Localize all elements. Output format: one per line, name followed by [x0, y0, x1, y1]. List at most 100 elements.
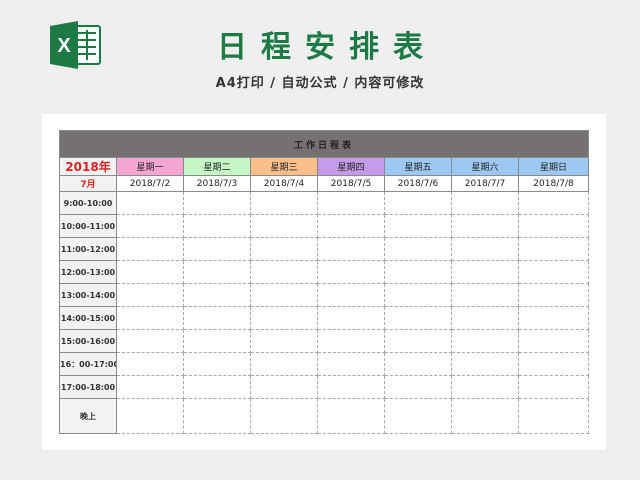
schedule-cell[interactable]: [183, 260, 251, 284]
time-slot-label: 14:00-15:00: [59, 306, 117, 330]
date-cell[interactable]: 2018/7/8: [517, 175, 590, 192]
schedule-cell[interactable]: [250, 191, 318, 215]
schedule-cell[interactable]: [250, 352, 318, 376]
schedule-cell[interactable]: [517, 260, 590, 284]
schedule-cell[interactable]: [451, 191, 519, 215]
schedule-cell[interactable]: [517, 398, 590, 434]
schedule-cell[interactable]: [451, 214, 519, 238]
schedule-cell[interactable]: [384, 260, 452, 284]
table-row: 15:00-16:00: [59, 329, 590, 353]
schedule-cell[interactable]: [517, 191, 590, 215]
year-cell[interactable]: 2018年: [59, 157, 117, 176]
schedule-cell[interactable]: [183, 237, 251, 261]
schedule-cell[interactable]: [451, 237, 519, 261]
table-row: 11:00-12:00: [59, 237, 590, 261]
date-cell[interactable]: 2018/7/4: [250, 175, 318, 192]
day-header[interactable]: 星期三: [250, 157, 318, 176]
date-cell[interactable]: 2018/7/3: [183, 175, 251, 192]
page-title: 日程安排表: [217, 30, 437, 65]
date-cell[interactable]: 2018/7/2: [116, 175, 184, 192]
schedule-cell[interactable]: [250, 329, 318, 353]
date-cell[interactable]: 2018/7/5: [317, 175, 385, 192]
schedule-cell[interactable]: [517, 214, 590, 238]
schedule-cell[interactable]: [451, 283, 519, 307]
schedule-cell[interactable]: [317, 260, 385, 284]
schedule-cell[interactable]: [384, 306, 452, 330]
schedule-cell[interactable]: [517, 375, 590, 399]
schedule-cell[interactable]: [451, 352, 519, 376]
schedule-cell[interactable]: [183, 214, 251, 238]
table-row: 13:00-14:00: [59, 283, 590, 307]
schedule-cell[interactable]: [317, 306, 385, 330]
schedule-cell[interactable]: [116, 306, 184, 330]
table-row: 16：00-17:00: [59, 352, 590, 376]
date-cell[interactable]: 2018/7/6: [384, 175, 452, 192]
schedule-cell[interactable]: [451, 306, 519, 330]
schedule-cell[interactable]: [183, 375, 251, 399]
schedule-cell[interactable]: [250, 283, 318, 307]
table-row: 10:00-11:00: [59, 214, 590, 238]
schedule-cell[interactable]: [384, 352, 452, 376]
schedule-cell[interactable]: [116, 191, 184, 215]
day-header[interactable]: 星期日: [517, 157, 590, 176]
schedule-cell[interactable]: [384, 237, 452, 261]
schedule-cell[interactable]: [317, 329, 385, 353]
schedule-cell[interactable]: [116, 260, 184, 284]
schedule-cell[interactable]: [183, 352, 251, 376]
date-cell[interactable]: 2018/7/7: [451, 175, 519, 192]
schedule-cell[interactable]: [384, 214, 452, 238]
schedule-cell[interactable]: [317, 352, 385, 376]
schedule-cell[interactable]: [250, 214, 318, 238]
table-title: 工作日程表: [58, 130, 590, 158]
table-row: 9:00-10:00: [59, 191, 590, 215]
schedule-cell[interactable]: [183, 191, 251, 215]
time-slot-label: 9:00-10:00: [59, 191, 117, 215]
schedule-cell[interactable]: [451, 398, 519, 434]
schedule-cell[interactable]: [250, 237, 318, 261]
schedule-cell[interactable]: [384, 375, 452, 399]
schedule-cell[interactable]: [116, 329, 184, 353]
schedule-cell[interactable]: [517, 329, 590, 353]
schedule-cell[interactable]: [116, 237, 184, 261]
schedule-cell[interactable]: [250, 306, 318, 330]
time-slot-label: 晚上: [59, 398, 117, 434]
schedule-cell[interactable]: [183, 306, 251, 330]
schedule-cell[interactable]: [517, 306, 590, 330]
schedule-cell[interactable]: [116, 398, 184, 434]
schedule-cell[interactable]: [116, 352, 184, 376]
schedule-cell[interactable]: [317, 375, 385, 399]
schedule-cell[interactable]: [517, 283, 590, 307]
schedule-cell[interactable]: [451, 260, 519, 284]
schedule-cell[interactable]: [250, 375, 318, 399]
schedule-cell[interactable]: [250, 260, 318, 284]
schedule-cell[interactable]: [317, 214, 385, 238]
table-row: 12:00-13:00: [59, 260, 590, 284]
schedule-cell[interactable]: [317, 283, 385, 307]
day-header[interactable]: 星期六: [451, 157, 519, 176]
schedule-cell[interactable]: [116, 283, 184, 307]
schedule-cell[interactable]: [517, 352, 590, 376]
schedule-cell[interactable]: [317, 191, 385, 215]
month-cell[interactable]: 7月: [59, 175, 117, 192]
schedule-cell[interactable]: [250, 398, 318, 434]
day-header[interactable]: 星期二: [183, 157, 251, 176]
schedule-cell[interactable]: [384, 283, 452, 307]
schedule-cell[interactable]: [183, 283, 251, 307]
schedule-cell[interactable]: [517, 237, 590, 261]
schedule-cell[interactable]: [384, 329, 452, 353]
schedule-cell[interactable]: [183, 329, 251, 353]
table-row: 晚上: [59, 398, 590, 434]
schedule-cell[interactable]: [317, 237, 385, 261]
day-header[interactable]: 星期五: [384, 157, 452, 176]
schedule-cell[interactable]: [384, 191, 452, 215]
schedule-cell[interactable]: [116, 375, 184, 399]
day-header[interactable]: 星期四: [317, 157, 385, 176]
schedule-cell[interactable]: [116, 214, 184, 238]
schedule-cell[interactable]: [384, 398, 452, 434]
schedule-cell[interactable]: [183, 398, 251, 434]
schedule-cell[interactable]: [451, 329, 519, 353]
schedule-cell[interactable]: [317, 398, 385, 434]
schedule-cell[interactable]: [451, 375, 519, 399]
day-header[interactable]: 星期一: [116, 157, 184, 176]
table-row: 14:00-15:00: [59, 306, 590, 330]
